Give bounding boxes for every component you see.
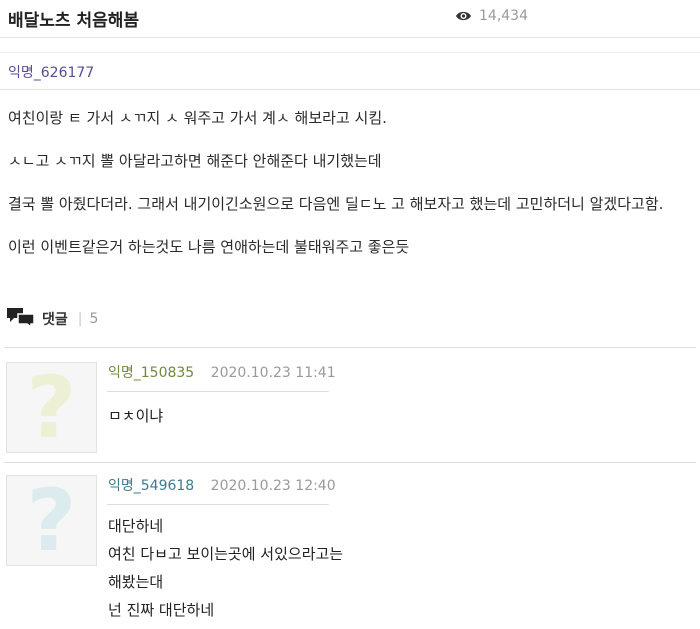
comment-line: 넌 진짜 대단하네: [108, 601, 215, 619]
avatar-placeholder-icon: ?: [26, 357, 77, 458]
post-paragraph: ㅅㄴ고 ㅅㄲ지 뽈 아달라고하면 해준다 안해준다 내기했는데: [8, 152, 382, 170]
comment-line: 대단하네: [108, 517, 164, 535]
post-title: 배달노츠 처음해봄: [8, 11, 140, 31]
comment-author[interactable]: 익명_549618: [108, 478, 194, 494]
comment-line: ㅁㅊ이냐: [108, 407, 164, 425]
comment-header: 익명_549618 2020.10.23 12:40: [108, 475, 336, 495]
comment-line: 해봤는대: [108, 573, 164, 591]
avatar: ?: [6, 362, 97, 453]
comment-author[interactable]: 익명_150835: [108, 365, 194, 381]
post-body: 여친이랑 ㅌ 가서 ㅅㄲ지 ㅅ 워주고 가서 계ㅅ 해보라고 시킴. ㅅㄴ고 ㅅ…: [8, 104, 692, 276]
comment-item: ? 익명_549618 2020.10.23 12:40 대단하네 여친 다ㅂ고…: [4, 467, 696, 629]
comment-label: 댓글: [42, 312, 68, 328]
comment-count-bar[interactable]: 댓글 | 5: [6, 306, 98, 332]
view-count-value: 14,434: [479, 8, 528, 24]
comment-date: 2020.10.23 11:41: [210, 365, 336, 381]
post-paragraph: 결국 뽈 아줬다더라. 그래서 내기이긴소원으로 다음엔 딜ㄷ노 고 해보자고 …: [8, 195, 664, 213]
separator: |: [77, 311, 83, 327]
comment-date: 2020.10.23 12:40: [210, 478, 336, 494]
view-count: 14,434: [455, 8, 528, 24]
comment-bubbles-icon: [6, 306, 36, 332]
author-bar: 익명_626177: [0, 52, 700, 90]
post-author[interactable]: 익명_626177: [8, 62, 94, 82]
post-paragraph: 여친이랑 ㅌ 가서 ㅅㄲ지 ㅅ 워주고 가서 계ㅅ 해보라고 시킴.: [8, 109, 387, 127]
avatar: ?: [6, 475, 97, 566]
divider: [4, 347, 696, 348]
post-paragraph: 이런 이벤트같은거 하는것도 나름 연애하는데 불태워주고 좋은듯: [8, 238, 410, 256]
comment-divider: [107, 504, 329, 505]
comment-item: ? 익명_150835 2020.10.23 11:41 ㅁㅊ이냐: [4, 354, 696, 462]
avatar-placeholder-icon: ?: [26, 470, 77, 571]
comment-count: 5: [89, 311, 99, 327]
comment-header: 익명_150835 2020.10.23 11:41: [108, 362, 336, 382]
comment-divider: [107, 391, 329, 392]
comment-line: 여친 다ㅂ고 보이는곳에 서있으라고는: [108, 545, 344, 563]
divider: [4, 462, 696, 463]
comment-text: 대단하네 여친 다ㅂ고 보이는곳에 서있으라고는 해봤는대 넌 진짜 대단하네: [108, 512, 343, 624]
post-header: 배달노츠 처음해봄 14,434: [0, 0, 700, 38]
comment-text: ㅁㅊ이냐: [108, 402, 163, 430]
eye-icon: [455, 10, 472, 22]
